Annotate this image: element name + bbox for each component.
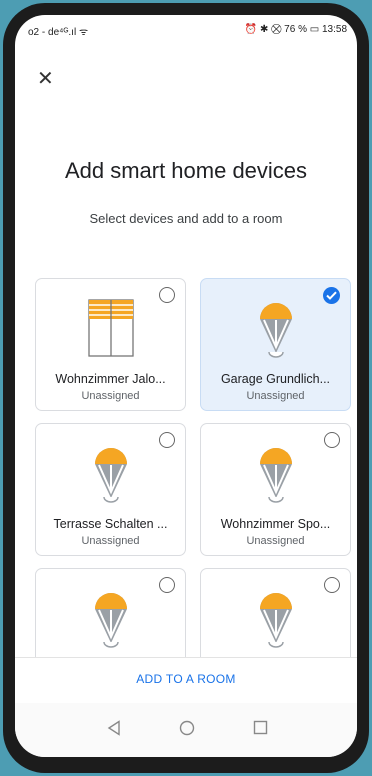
device-room: Unassigned	[246, 535, 305, 547]
device-tile-selected[interactable]: Garage Grundlich... Unassigned	[200, 278, 351, 411]
bottom-action-bar: ADD TO A ROOM	[15, 657, 357, 704]
device-tile[interactable]	[35, 568, 186, 670]
system-nav-bar	[15, 703, 357, 757]
back-icon[interactable]	[107, 720, 121, 736]
screen: o2 - de⁴ᴳ.ıl ᯤ ⏰ ✱ ⛒ 76 % ▭ 13:58 ✕ Add …	[15, 15, 357, 757]
phone-frame: o2 - de⁴ᴳ.ıl ᯤ ⏰ ✱ ⛒ 76 % ▭ 13:58 ✕ Add …	[3, 3, 369, 773]
status-icons-time: ⏰ ✱ ⛒ 76 % ▭ 13:58	[244, 24, 347, 35]
device-name: Wohnzimmer Spo...	[220, 517, 331, 531]
add-to-room-button[interactable]: ADD TO A ROOM	[15, 672, 357, 686]
radio-button[interactable]	[324, 577, 340, 593]
carrier-signal: o2 - de⁴ᴳ.ıl ᯤ	[28, 27, 89, 38]
device-room: Unassigned	[81, 535, 140, 547]
radio-button[interactable]	[324, 432, 340, 448]
page-title: Add smart home devices	[64, 158, 308, 183]
device-name: Wohnzimmer Jalo...	[55, 372, 166, 386]
light-bulb-icon	[94, 448, 127, 503]
device-tile[interactable]: Wohnzimmer Jalo... Unassigned	[35, 278, 186, 411]
device-grid: Wohnzimmer Jalo... Unassigned Garage Gru…	[35, 278, 353, 670]
device-tile[interactable]	[200, 568, 351, 670]
device-name: Terrasse Schalten ...	[53, 517, 168, 531]
device-room: Unassigned	[246, 390, 305, 402]
checked-icon[interactable]	[323, 287, 340, 304]
status-bar: o2 - de⁴ᴳ.ıl ᯤ ⏰ ✱ ⛒ 76 % ▭ 13:58	[15, 15, 357, 45]
home-icon[interactable]	[179, 720, 195, 736]
light-bulb-icon	[94, 593, 127, 648]
radio-button[interactable]	[159, 432, 175, 448]
device-tile[interactable]: Terrasse Schalten ... Unassigned	[35, 423, 186, 556]
device-name: Garage Grundlich...	[220, 372, 331, 386]
recents-icon[interactable]	[253, 720, 268, 735]
device-room: Unassigned	[81, 390, 140, 402]
page-subtitle: Select devices and add to a room	[89, 211, 283, 226]
radio-button[interactable]	[159, 287, 175, 303]
close-icon[interactable]: ✕	[37, 69, 54, 89]
radio-button[interactable]	[159, 577, 175, 593]
blinds-icon	[87, 299, 134, 357]
device-tile[interactable]: Wohnzimmer Spo... Unassigned	[200, 423, 351, 556]
light-bulb-icon	[259, 448, 292, 503]
light-bulb-icon	[259, 593, 292, 648]
light-bulb-icon	[259, 303, 292, 358]
